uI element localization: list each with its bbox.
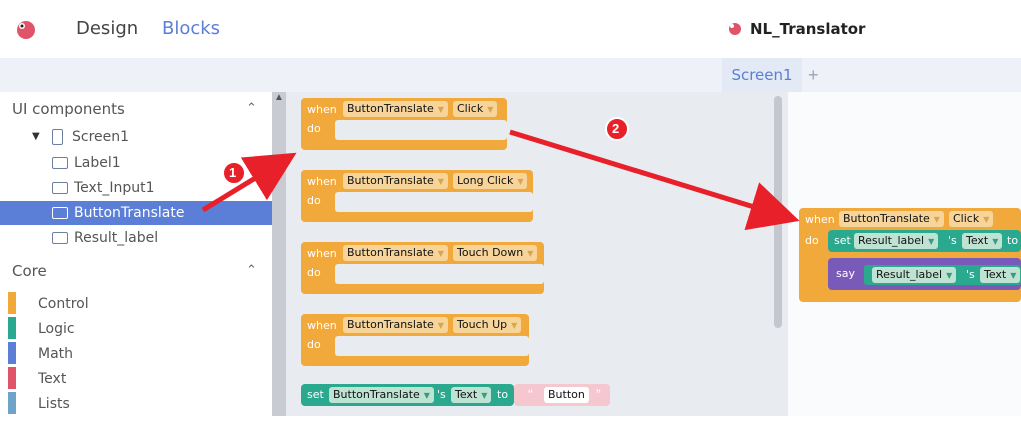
annotation-arrows (201, 117, 800, 231)
arrow-2 (509, 129, 800, 231)
arrow-1 (201, 152, 297, 213)
annotation-number: 1 (229, 165, 237, 180)
annotation-number: 2 (612, 121, 620, 136)
torn-edge (0, 416, 1021, 426)
